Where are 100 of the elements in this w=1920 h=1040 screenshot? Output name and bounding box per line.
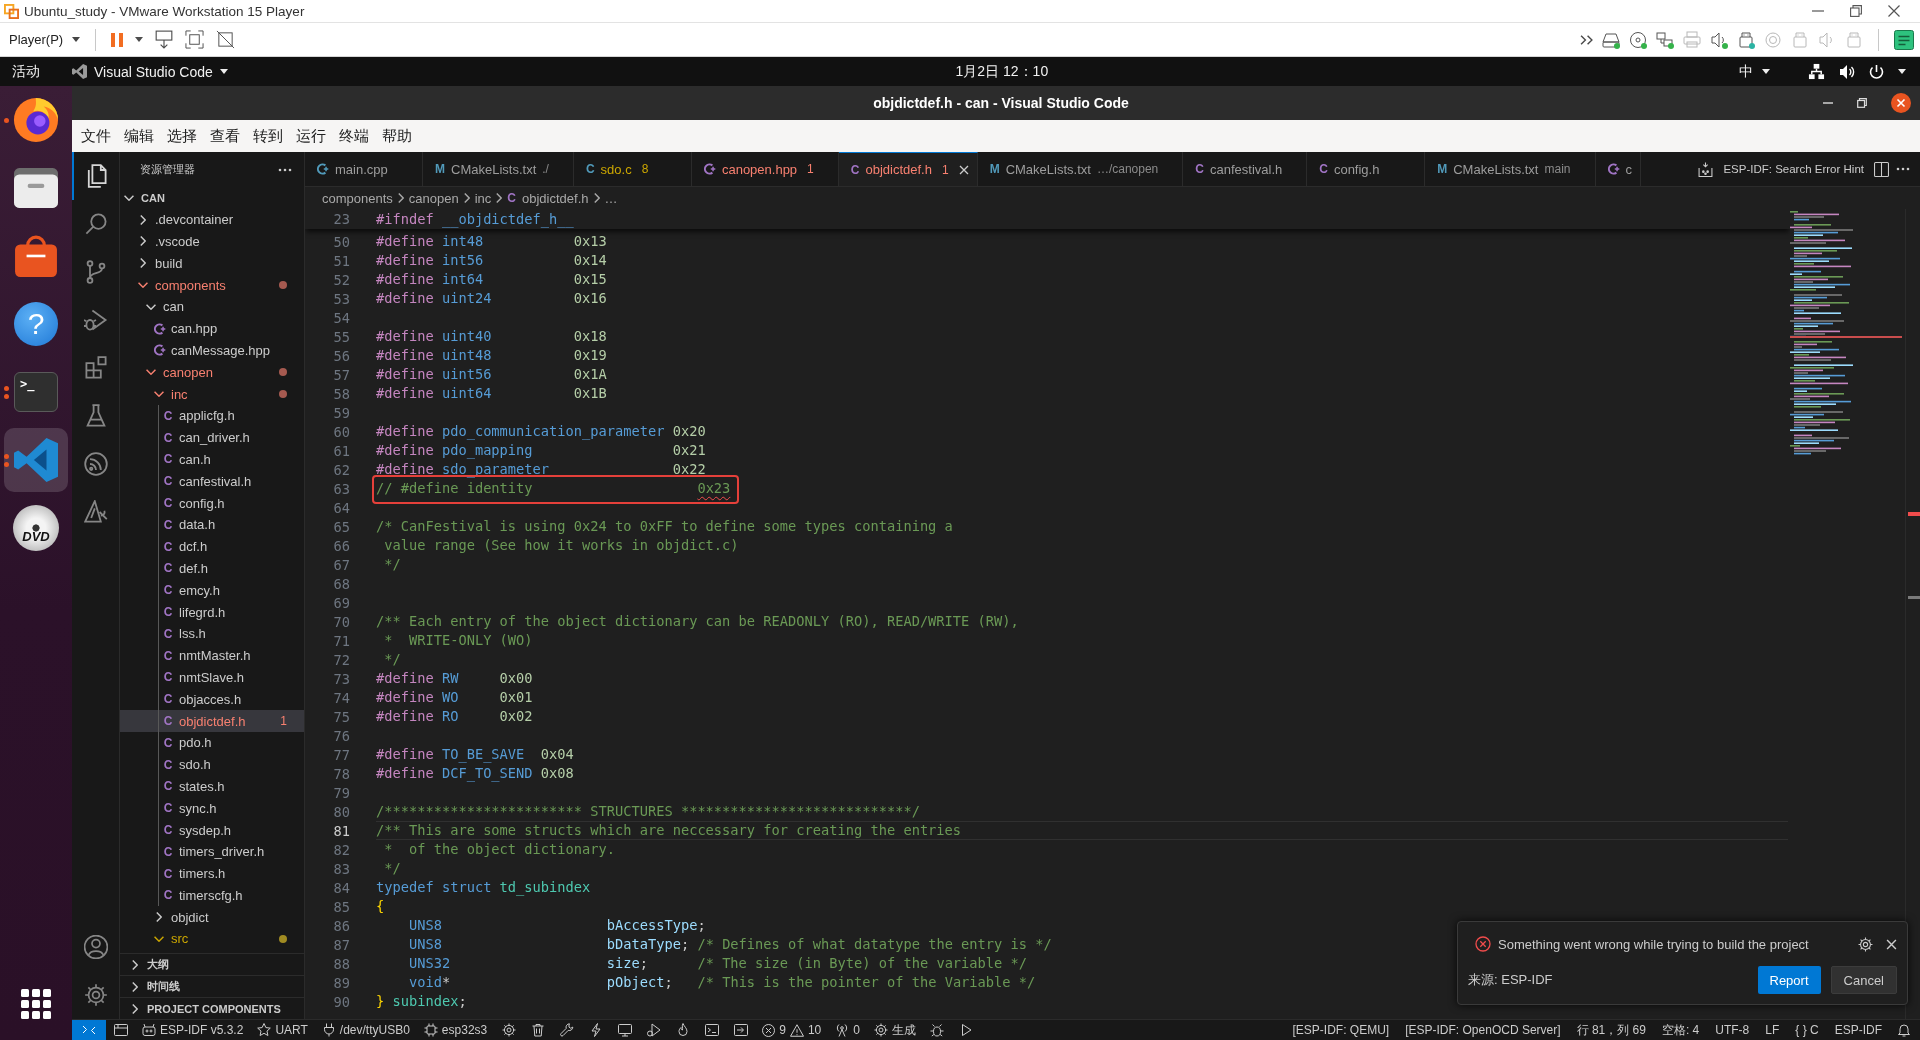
usb-drive-icon[interactable]: [1737, 30, 1755, 49]
tree-item[interactable]: C objacces.h: [120, 688, 304, 711]
crossed-box-icon[interactable]: [216, 30, 236, 49]
tree-item[interactable]: inc: [120, 383, 304, 405]
tree-item[interactable]: C sdo.h: [120, 753, 304, 776]
activities-button[interactable]: 活动: [12, 60, 40, 83]
drive-icon[interactable]: [1602, 30, 1620, 49]
tree-item[interactable]: C applicfg.h: [120, 404, 304, 427]
status-bar-item[interactable]: [ESP-IDF: QEMU]: [1284, 1023, 1398, 1037]
speaker-icon[interactable]: [1839, 63, 1855, 80]
tab[interactable]: M CMakeLists.txt ./: [423, 152, 574, 186]
tree-item[interactable]: C pdo.h: [120, 731, 304, 754]
tree-item[interactable]: C can.h: [120, 448, 304, 471]
gear-icon[interactable]: [501, 1023, 516, 1037]
tree-item[interactable]: C can_driver.h: [120, 426, 304, 449]
breadcrumb-item[interactable]: C objdictdef.h: [507, 190, 589, 206]
menu-item[interactable]: 选择: [160, 123, 203, 149]
player-menu[interactable]: Player(P): [9, 28, 87, 51]
tab[interactable]: C canfestival.h: [1183, 152, 1308, 186]
tree-item[interactable]: C nmtMaster.h: [120, 644, 304, 667]
workspace-header[interactable]: CAN: [120, 187, 304, 209]
tree-item[interactable]: src: [120, 928, 304, 950]
tree-item[interactable]: C timers_driver.h: [120, 840, 304, 863]
status-bar-item[interactable]: UTF-8: [1707, 1023, 1758, 1037]
tree-item[interactable]: C dcf.h: [120, 535, 304, 558]
tree-item[interactable]: C data.h: [120, 513, 304, 536]
menu-item[interactable]: 终端: [332, 123, 375, 149]
tab[interactable]: C config.h: [1307, 152, 1426, 186]
tree-item[interactable]: C nmtSlave.h: [120, 666, 304, 689]
terminal-icon[interactable]: [704, 1023, 719, 1037]
menu-item[interactable]: 帮助: [375, 123, 418, 149]
tree-item[interactable]: C lifegrd.h: [120, 601, 304, 623]
tray-icon[interactable]: [1698, 161, 1714, 177]
more-icon[interactable]: [278, 167, 292, 172]
tree-item[interactable]: can.hpp: [120, 317, 304, 340]
status-bar-item[interactable]: ESP-IDF v5.3.2: [135, 1020, 251, 1040]
app-menu[interactable]: Visual Studio Code: [72, 63, 228, 80]
breadcrumb-item[interactable]: inc: [474, 190, 492, 206]
status-bar-item[interactable]: esp32s3: [416, 1020, 495, 1040]
tree-item[interactable]: .vscode: [120, 230, 304, 253]
tree-item[interactable]: C sysdep.h: [120, 819, 304, 841]
close-icon[interactable]: [1891, 93, 1911, 113]
app-grid-icon[interactable]: [21, 989, 51, 1019]
dock-item[interactable]: DVD: [4, 496, 68, 560]
notes-icon[interactable]: [1894, 29, 1914, 50]
breadcrumb-item[interactable]: components: [322, 190, 393, 206]
search-error-hint-button[interactable]: ESP-IDF: Search Error Hint: [1720, 161, 1867, 177]
tree-item[interactable]: objdict: [120, 906, 304, 929]
menu-item[interactable]: 文件: [74, 123, 117, 149]
window-icon[interactable]: [113, 1023, 128, 1037]
settings-icon[interactable]: [1858, 936, 1873, 952]
problems-button[interactable]: 9 10: [755, 1020, 829, 1040]
status-bar-item[interactable]: /dev/ttyUSB0: [314, 1020, 417, 1040]
tab[interactable]: canopen.hpp 1: [691, 152, 839, 186]
tab[interactable]: c: [1595, 152, 1641, 186]
section-header[interactable]: 时间线: [120, 975, 304, 997]
speaker-icon[interactable]: [1710, 30, 1728, 49]
restore-icon[interactable]: [1857, 98, 1867, 108]
breadcrumb-item[interactable]: canopen: [408, 190, 459, 206]
notification-button[interactable]: Report: [1757, 966, 1821, 994]
status-bar-item[interactable]: ESP-IDF: [1826, 1023, 1890, 1037]
tab[interactable]: main.cpp: [305, 152, 423, 186]
status-bar-item[interactable]: 行 81，列 69: [1568, 1021, 1654, 1039]
clock[interactable]: 1月2日 12：10: [955, 62, 1049, 81]
play-bug-icon[interactable]: [646, 1023, 661, 1037]
notification-button[interactable]: Cancel: [1830, 966, 1897, 994]
trash-icon[interactable]: [530, 1023, 545, 1037]
tree-item[interactable]: C states.h: [120, 775, 304, 798]
menu-item[interactable]: 运行: [289, 123, 332, 149]
close-icon[interactable]: [1888, 5, 1900, 17]
network-tree-icon[interactable]: [1808, 63, 1825, 80]
status-bar-item[interactable]: 生成: [866, 1020, 923, 1040]
lightning-icon[interactable]: [588, 1023, 603, 1037]
tree-item[interactable]: C objdictdef.h 1: [120, 710, 304, 732]
tree-item[interactable]: build: [120, 252, 304, 275]
settings-icon[interactable]: [83, 983, 108, 1007]
disc-icon[interactable]: [1629, 30, 1647, 49]
menu-item[interactable]: 编辑: [117, 123, 160, 149]
bug-icon[interactable]: [930, 1023, 945, 1037]
tab[interactable]: M CMakeLists.txt main: [1425, 152, 1596, 186]
double-chevron-icon[interactable]: [1580, 34, 1593, 45]
tree-item[interactable]: canMessage.hpp: [120, 339, 304, 362]
account-icon[interactable]: [83, 935, 108, 959]
status-bar-item[interactable]: { } C: [1787, 1023, 1827, 1037]
tree-item[interactable]: C emcy.h: [120, 579, 304, 602]
status-bar-item[interactable]: [ESP-IDF: OpenOCD Server]: [1397, 1023, 1569, 1037]
tab[interactable]: C objdictdef.h 1: [838, 152, 978, 186]
flame-icon[interactable]: [675, 1023, 690, 1037]
tree-item[interactable]: C timers.h: [120, 862, 304, 885]
dock-item[interactable]: >_: [4, 360, 68, 424]
network-adapter-icon[interactable]: [1656, 30, 1674, 49]
play-icon[interactable]: [959, 1023, 974, 1037]
power-icon[interactable]: [1869, 63, 1884, 80]
restore-icon[interactable]: [1850, 5, 1862, 17]
section-header[interactable]: 大纲: [120, 953, 304, 975]
tree-item[interactable]: C timerscfg.h: [120, 884, 304, 907]
breadcrumb-item[interactable]: …: [604, 190, 618, 206]
arrow-box-icon[interactable]: [733, 1023, 748, 1037]
monitor-icon[interactable]: [617, 1023, 632, 1037]
tree-item[interactable]: C config.h: [120, 492, 304, 514]
